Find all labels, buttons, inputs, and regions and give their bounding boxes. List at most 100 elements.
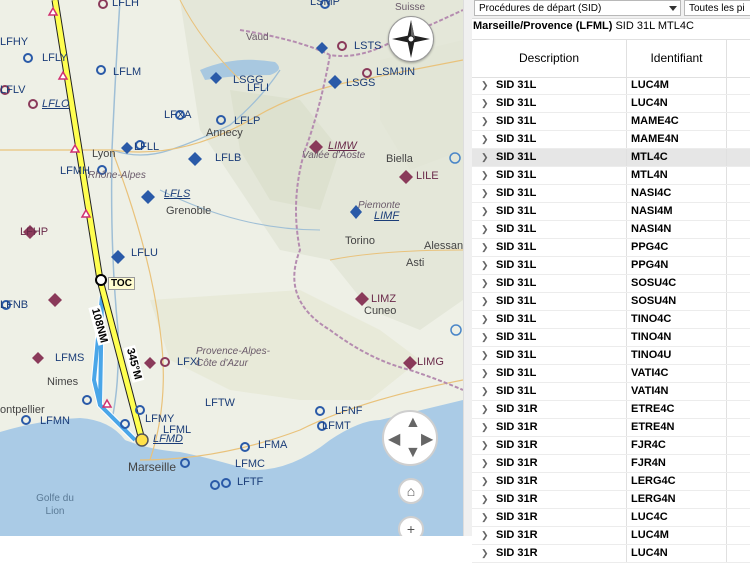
pan-left-icon[interactable]: ◀ [388,429,400,449]
expand-chevron-icon[interactable]: ❯ [481,329,489,346]
table-row[interactable]: ❯ SID 31L NASI4M [472,203,750,221]
table-row[interactable]: ❯ SID 31R ETRE4C [472,401,750,419]
procedure-type-select[interactable]: Procédures de départ (SID) [474,0,681,16]
table-row[interactable]: ❯ SID 31L SOSU4N [472,293,750,311]
expand-chevron-icon[interactable]: ❯ [481,491,489,508]
airport-label-lfmt[interactable]: LFMN [40,415,70,427]
airport-label-lflh[interactable]: LFLH [112,0,139,9]
expand-chevron-icon[interactable]: ❯ [481,149,489,166]
table-row[interactable]: ❯ SID 31L VATI4C [472,365,750,383]
airport-label-lfll[interactable]: LFLL [134,141,159,153]
table-row[interactable]: ❯ SID 31L MAME4C [472,113,750,131]
airport-label-lsts[interactable]: LSTS [354,40,382,52]
table-row[interactable]: ❯ SID 31R LUC4N [472,545,750,563]
expand-chevron-icon[interactable]: ❯ [481,275,489,292]
airport-label-lfmh[interactable]: LFMH [60,165,90,177]
pan-down-icon[interactable]: ▼ [405,444,421,462]
expand-chevron-icon[interactable]: ❯ [481,167,489,184]
expand-chevron-icon[interactable]: ❯ [481,257,489,274]
expand-chevron-icon[interactable]: ❯ [481,383,489,400]
airport-label-lflb[interactable]: LFLB [215,152,241,164]
airport-label-lflp[interactable]: LFLP [234,115,260,127]
expand-chevron-icon[interactable]: ❯ [481,473,489,490]
expand-chevron-icon[interactable]: ❯ [481,95,489,112]
pan-right-icon[interactable]: ▶ [421,429,433,449]
expand-chevron-icon[interactable]: ❯ [481,131,489,148]
airport-label-lfmn[interactable]: LFNF [335,405,363,417]
table-row[interactable]: ❯ SID 31L VATI4N [472,383,750,401]
home-button[interactable]: ⌂ [398,478,424,504]
column-header-identifier[interactable]: Identifiant [627,40,727,77]
airport-label-limf[interactable]: LIMF [374,210,399,222]
airport-label-lfmy[interactable]: LFMY [145,413,174,425]
airport-label-lfli[interactable]: LFLI [247,82,269,94]
airport-label-lfhy[interactable]: LFHY [0,36,28,48]
expand-chevron-icon[interactable]: ❯ [481,311,489,328]
airport-label-lfxa[interactable]: LFXA [164,109,192,121]
expand-chevron-icon[interactable]: ❯ [481,77,489,94]
airport-label-lfmd[interactable]: LFMT [322,420,351,432]
airport-label-lsmjin[interactable]: LSMJIN [376,66,415,78]
table-row[interactable]: ❯ SID 31L TINO4C [472,311,750,329]
table-row[interactable]: ❯ SID 31L NASI4N [472,221,750,239]
table-row[interactable]: ❯ SID 31L LUC4N [472,95,750,113]
map-pan-control[interactable]: ▲ ▼ ◀ ▶ [382,410,438,466]
airport-label-lfhp[interactable]: LFHP [20,226,48,238]
airport-label-lile[interactable]: LILE [416,170,439,182]
expand-chevron-icon[interactable]: ❯ [481,239,489,256]
expand-chevron-icon[interactable]: ❯ [481,203,489,220]
airport-label-lsmp[interactable]: LSMP [310,0,340,8]
airport-label-lfms[interactable]: LFMS [55,352,84,364]
table-row[interactable]: ❯ SID 31L SOSU4C [472,275,750,293]
airport-label-lsgs[interactable]: LSGS [346,77,375,89]
expand-chevron-icon[interactable]: ❯ [481,293,489,310]
pan-up-icon[interactable]: ▲ [405,414,421,432]
compass-rose-icon[interactable] [388,16,434,62]
table-row[interactable]: ❯ SID 31R ETRE4N [472,419,750,437]
expand-chevron-icon[interactable]: ❯ [481,401,489,418]
expand-chevron-icon[interactable]: ❯ [481,419,489,436]
table-row[interactable]: ❯ SID 31L PPG4C [472,239,750,257]
airport-label-lflu[interactable]: LFLU [131,247,158,259]
filter-select[interactable]: Toutes les pi [684,0,750,16]
table-row[interactable]: ❯ SID 31R LUC4C [472,509,750,527]
airport-label-lfls[interactable]: LFLS [164,188,190,200]
airport-label-lfnf[interactable]: LFTW [205,397,235,409]
airport-label-lfly[interactable]: LFLY [42,52,67,64]
table-row[interactable]: ❯ SID 31R FJR4N [472,455,750,473]
zoom-in-button[interactable]: + [398,516,424,536]
column-header-description[interactable]: Description [472,40,627,77]
expand-chevron-icon[interactable]: ❯ [481,347,489,364]
expand-chevron-icon[interactable]: ❯ [481,185,489,202]
table-row[interactable]: ❯ SID 31L TINO4U [472,347,750,365]
expand-chevron-icon[interactable]: ❯ [481,455,489,472]
table-row[interactable]: ❯ SID 31L PPG4N [472,257,750,275]
airport-label-lftf[interactable]: LFMC [235,458,265,470]
expand-chevron-icon[interactable]: ❯ [481,365,489,382]
airport-label-lflm[interactable]: LFLM [113,66,141,78]
airport-label-lflv[interactable]: LFLV [0,84,25,96]
airport-label-limg[interactable]: LIMG [417,356,444,368]
table-row[interactable]: ❯ SID 31L MTL4N [472,167,750,185]
map-view[interactable]: LFLH LSMP LFHY LFLY LFLM LSTS LFLV LFLO … [0,0,463,536]
table-row[interactable]: ❯ SID 31L LUC4M [472,77,750,95]
table-row[interactable]: ❯ SID 31L NASI4C [472,185,750,203]
airport-label-lflo[interactable]: LFLO [42,98,70,110]
expand-chevron-icon[interactable]: ❯ [481,221,489,238]
table-row[interactable]: ❯ SID 31R LERG4N [472,491,750,509]
table-row[interactable]: ❯ SID 31L TINO4N [472,329,750,347]
airport-label-lfmc[interactable]: LFMA [258,439,287,451]
expand-chevron-icon[interactable]: ❯ [481,509,489,526]
airport-label-lfnb[interactable]: LFNB [0,299,28,311]
airport-label-limz[interactable]: LIMZ [371,293,396,305]
airport-label-lfth[interactable]: LFTF [237,476,263,488]
expand-chevron-icon[interactable]: ❯ [481,545,489,562]
expand-chevron-icon[interactable]: ❯ [481,437,489,454]
table-row[interactable]: ❯ SID 31L MTL4C [472,149,750,167]
table-row[interactable]: ❯ SID 31L MAME4N [472,131,750,149]
airport-label-lfma[interactable]: LFML [163,424,191,436]
table-row[interactable]: ❯ SID 31R FJR4C [472,437,750,455]
table-row[interactable]: ❯ SID 31R LERG4C [472,473,750,491]
table-row[interactable]: ❯ SID 31R LUC4M [472,527,750,545]
expand-chevron-icon[interactable]: ❯ [481,113,489,130]
